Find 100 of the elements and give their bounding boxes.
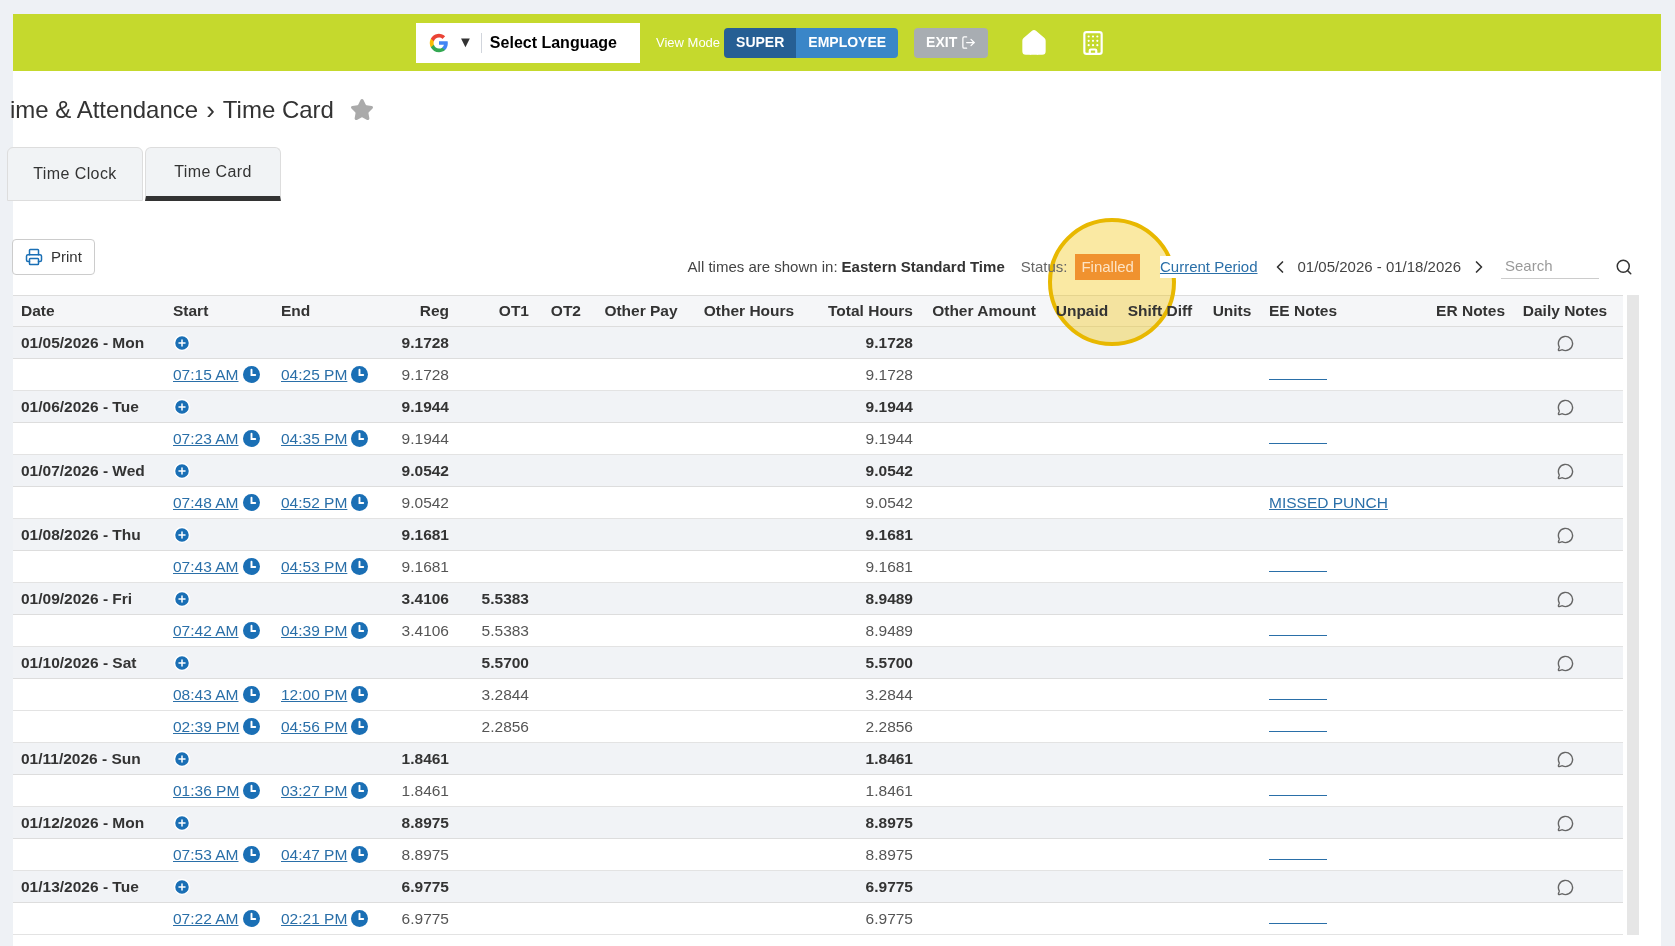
table-cell: 3.4106: [401, 589, 449, 607]
print-button[interactable]: Print: [12, 239, 95, 275]
column-header[interactable]: Daily Notes: [1522, 302, 1608, 320]
table-cell: 9.1728: [865, 333, 913, 351]
column-header[interactable]: Other Amount: [932, 302, 1036, 320]
end-time-link[interactable]: 12:00 PM: [281, 682, 348, 707]
end-time-link[interactable]: 03:27 PM: [281, 778, 348, 803]
table-cell: 8.8975: [401, 813, 449, 831]
table-cell: 8.8975: [865, 845, 913, 863]
table-cell: 9.0542: [865, 493, 913, 511]
table-cell: 9.1681: [401, 525, 449, 543]
day-date: 01/07/2026 - Wed: [21, 461, 145, 479]
column-header[interactable]: End: [281, 302, 311, 320]
table-cell: 3.4106: [401, 621, 449, 639]
end-time-link[interactable]: 04:25 PM: [281, 362, 348, 387]
day-date: 01/10/2026 - Sat: [21, 653, 137, 671]
column-header[interactable]: Other Pay: [604, 302, 678, 320]
day-date: 01/08/2026 - Thu: [21, 525, 141, 543]
table-cell: 9.1944: [865, 397, 913, 415]
language-label: Select Language: [489, 32, 617, 53]
start-time-link[interactable]: 07:43 AM: [173, 554, 239, 579]
start-time-link[interactable]: 07:53 AM: [173, 842, 239, 867]
column-header[interactable]: Shift Diff: [1127, 302, 1193, 320]
table-cell: 2.2856: [865, 717, 913, 735]
column-header[interactable]: EE Notes: [1269, 302, 1338, 320]
table-cell: 9.1681: [401, 557, 449, 575]
column-header[interactable]: OT2: [550, 302, 581, 320]
table-cell: 9.1681: [865, 525, 913, 543]
timezone: Eastern Standard Time: [841, 256, 1005, 277]
day-date: 01/05/2026 - Mon: [21, 333, 145, 351]
tab[interactable]: Time Card: [145, 147, 281, 201]
table-cell: 2.2856: [481, 717, 529, 735]
column-header[interactable]: Other Hours: [703, 302, 795, 320]
tab[interactable]: Time Clock: [7, 147, 143, 201]
breadcrumb-parent[interactable]: ime & Attendance: [10, 92, 199, 128]
timezone-label: All times are shown in:: [687, 256, 838, 277]
table-cell: 8.8975: [401, 845, 449, 863]
column-header[interactable]: Units: [1212, 302, 1252, 320]
table-cell: 3.2844: [865, 685, 913, 703]
end-time-link[interactable]: 04:53 PM: [281, 554, 348, 579]
table-cell: 1.8461: [865, 749, 913, 767]
column-header[interactable]: Start: [173, 302, 209, 320]
day-date: 01/06/2026 - Tue: [21, 397, 139, 415]
start-time-link[interactable]: 07:15 AM: [173, 362, 239, 387]
view-mode-button[interactable]: SUPER: [724, 27, 797, 58]
table-cell: 9.0542: [401, 461, 449, 479]
view-mode-button[interactable]: EMPLOYEE: [796, 27, 899, 58]
table-cell: 5.5383: [481, 589, 529, 607]
day-date: 01/12/2026 - Mon: [21, 813, 145, 831]
start-time-link[interactable]: 01:36 PM: [173, 778, 240, 803]
start-time-link[interactable]: 08:43 AM: [173, 682, 239, 707]
table-cell: 1.8461: [865, 781, 913, 799]
page-title: Time Card: [222, 95, 334, 125]
column-header[interactable]: Reg: [419, 302, 449, 320]
column-header[interactable]: ER Notes: [1436, 302, 1505, 320]
status-badge: Finalled: [1075, 253, 1140, 281]
table-cell: 6.9775: [865, 909, 913, 927]
end-time-link[interactable]: 04:47 PM: [281, 842, 348, 867]
table-cell: 9.0542: [865, 461, 913, 479]
table-cell: 9.1728: [401, 333, 449, 351]
table-cell: 9.1728: [865, 365, 913, 383]
table-cell: 5.5383: [481, 621, 529, 639]
column-header[interactable]: Date: [21, 302, 55, 320]
end-time-link[interactable]: 02:21 PM: [281, 906, 348, 931]
table-cell: 9.1728: [401, 365, 449, 383]
start-time-link[interactable]: 07:48 AM: [173, 490, 239, 515]
language-selector[interactable]: ▼ Select Language: [416, 22, 640, 63]
end-time-link[interactable]: 04:35 PM: [281, 426, 348, 451]
table-cell: 9.1944: [865, 429, 913, 447]
table-cell: 6.9775: [401, 909, 449, 927]
table-cell: 1.8461: [401, 781, 449, 799]
day-date: 01/11/2026 - Sun: [21, 749, 141, 767]
table-cell: 8.9489: [865, 621, 913, 639]
table-cell: 1.8461: [401, 749, 449, 767]
table-cell: 5.5700: [481, 653, 529, 671]
start-time-link[interactable]: 07:23 AM: [173, 426, 239, 451]
table-cell: 9.1944: [401, 429, 449, 447]
column-header[interactable]: OT1: [498, 302, 529, 320]
table-cell: 6.9775: [401, 877, 449, 895]
day-date: 01/13/2026 - Tue: [21, 877, 139, 895]
end-time-link[interactable]: 04:39 PM: [281, 618, 348, 643]
day-date: 01/09/2026 - Fri: [21, 589, 133, 607]
table-cell: 9.1944: [401, 397, 449, 415]
ee-note-link[interactable]: MISSED PUNCH: [1269, 493, 1388, 511]
column-header[interactable]: Total Hours: [828, 302, 913, 320]
table-cell: 3.2844: [481, 685, 529, 703]
start-time-link[interactable]: 02:39 PM: [173, 714, 240, 739]
current-period-link[interactable]: Current Period: [1159, 255, 1258, 279]
table-cell: 5.5700: [865, 653, 913, 671]
table-cell: 6.9775: [865, 877, 913, 895]
start-time-link[interactable]: 07:22 AM: [173, 906, 239, 931]
search-field[interactable]: Search: [1501, 255, 1599, 279]
date-range: 01/05/2026 - 01/18/2026: [1297, 256, 1461, 277]
table-cell: 9.1681: [865, 557, 913, 575]
breadcrumb-separator: ›: [206, 93, 215, 127]
start-time-link[interactable]: 07:42 AM: [173, 618, 239, 643]
table-cell: 9.0542: [401, 493, 449, 511]
caret-icon: ▼: [458, 31, 473, 54]
end-time-link[interactable]: 04:52 PM: [281, 490, 348, 515]
end-time-link[interactable]: 04:56 PM: [281, 714, 348, 739]
